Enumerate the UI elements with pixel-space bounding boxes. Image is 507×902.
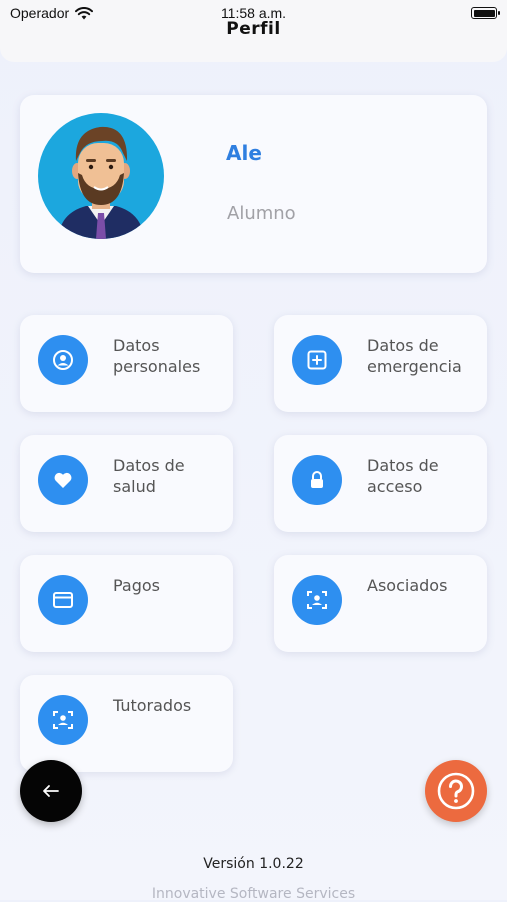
question-icon	[437, 772, 475, 810]
profile-role: Alumno	[227, 203, 296, 224]
first-aid-icon	[292, 335, 342, 385]
tile-tutorados[interactable]: Tutorados	[20, 675, 233, 772]
tile-label: Asociados	[367, 576, 448, 595]
arrow-left-icon	[43, 785, 59, 797]
profile-card: Ale Alumno	[20, 95, 487, 273]
battery-icon	[471, 7, 500, 19]
tile-label: Datos de emergencia	[367, 336, 462, 376]
lock-icon	[292, 455, 342, 505]
card-icon	[38, 575, 88, 625]
tile-datos-acceso[interactable]: Datos de acceso	[274, 435, 487, 532]
user-scan-icon	[292, 575, 342, 625]
app-version: Versión 1.0.22	[203, 856, 304, 872]
help-button[interactable]	[425, 760, 487, 822]
tile-label: Tutorados	[113, 696, 192, 715]
tile-datos-personales[interactable]: Datos personales	[20, 315, 233, 412]
tile-label: Datos de acceso	[367, 456, 439, 496]
user-scan-icon	[38, 695, 88, 745]
tile-label: Datos de salud	[113, 456, 185, 496]
tile-datos-emergencia[interactable]: Datos de emergencia	[274, 315, 487, 412]
tile-label: Pagos	[113, 576, 161, 595]
tile-datos-salud[interactable]: Datos de salud	[20, 435, 233, 532]
user-circle-icon	[38, 335, 88, 385]
page-title: Perfil	[226, 19, 281, 39]
profile-name: Ale	[226, 141, 262, 165]
status-bar: Operador 11:58 a.m. Perfil	[0, 0, 507, 62]
heart-icon	[38, 455, 88, 505]
tile-label: Datos personales	[113, 336, 201, 376]
tile-asociados[interactable]: Asociados	[274, 555, 487, 652]
avatar	[38, 113, 164, 239]
tile-pagos[interactable]: Pagos	[20, 555, 233, 652]
back-button[interactable]	[20, 760, 82, 822]
